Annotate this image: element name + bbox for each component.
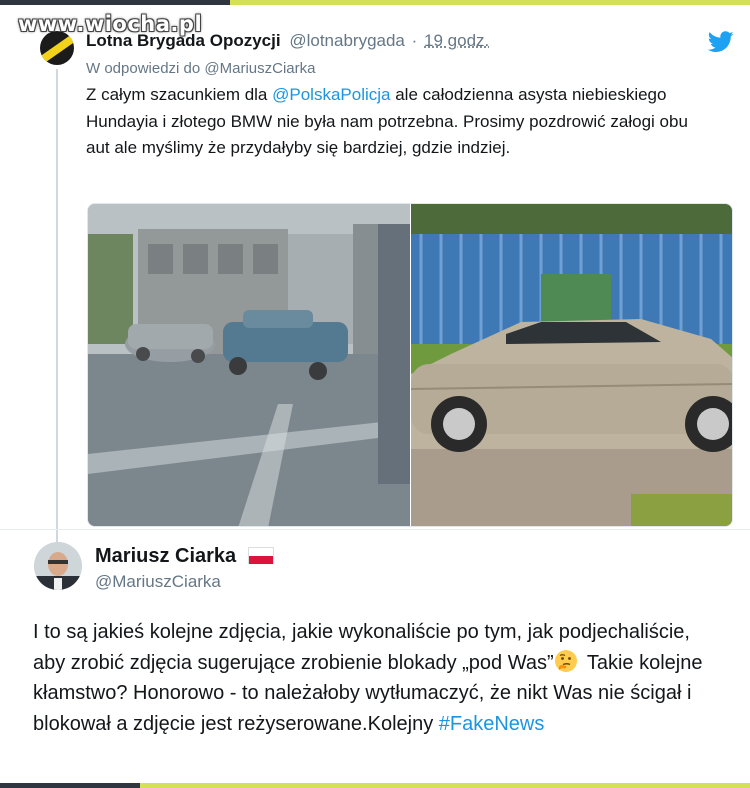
header-separator: · — [411, 31, 418, 50]
main-author-name[interactable]: Mariusz Ciarka — [95, 545, 236, 567]
bottom-frame-bar-dark — [0, 783, 140, 788]
poland-flag-icon — [247, 547, 274, 564]
reply-context[interactable]: W odpowiedzi do @MariuszCiarka — [86, 60, 315, 77]
parent-author-avatar[interactable] — [40, 31, 74, 65]
thinking-face-icon — [554, 649, 577, 672]
main-author-handle[interactable]: @MariuszCiarka — [95, 572, 221, 592]
twitter-bird-icon[interactable] — [708, 31, 734, 53]
main-tweet-text: I to są jakieś kolejne zdjęcia, jakie wy… — [33, 621, 703, 735]
parent-tweet-text: Z całym szacunkiem dla @PolskaPolicja al… — [86, 85, 688, 157]
thread-connector-line — [56, 69, 58, 545]
main-author-name-row: Mariusz Ciarka — [95, 545, 274, 568]
hashtag-link[interactable]: #FakeNews — [439, 713, 545, 735]
photo-gold-bmw[interactable] — [411, 204, 733, 527]
main-author-avatar[interactable] — [34, 542, 82, 590]
parent-tweet[interactable]: Lotna Brygada Opozycji @lotnabrygada · 1… — [0, 5, 750, 545]
main-tweet[interactable]: Mariusz Ciarka @MariuszCiarka I to są ja… — [0, 530, 750, 783]
photo-street-rain[interactable] — [88, 204, 410, 527]
mention-link[interactable]: @PolskaPolicja — [272, 85, 390, 104]
parent-tweet-timestamp[interactable]: 19 godz. — [424, 31, 489, 50]
watermark: www.wiocha.pl — [18, 12, 203, 36]
tweet-media[interactable] — [87, 203, 733, 527]
parent-author-handle[interactable]: @lotnabrygada — [289, 31, 405, 50]
